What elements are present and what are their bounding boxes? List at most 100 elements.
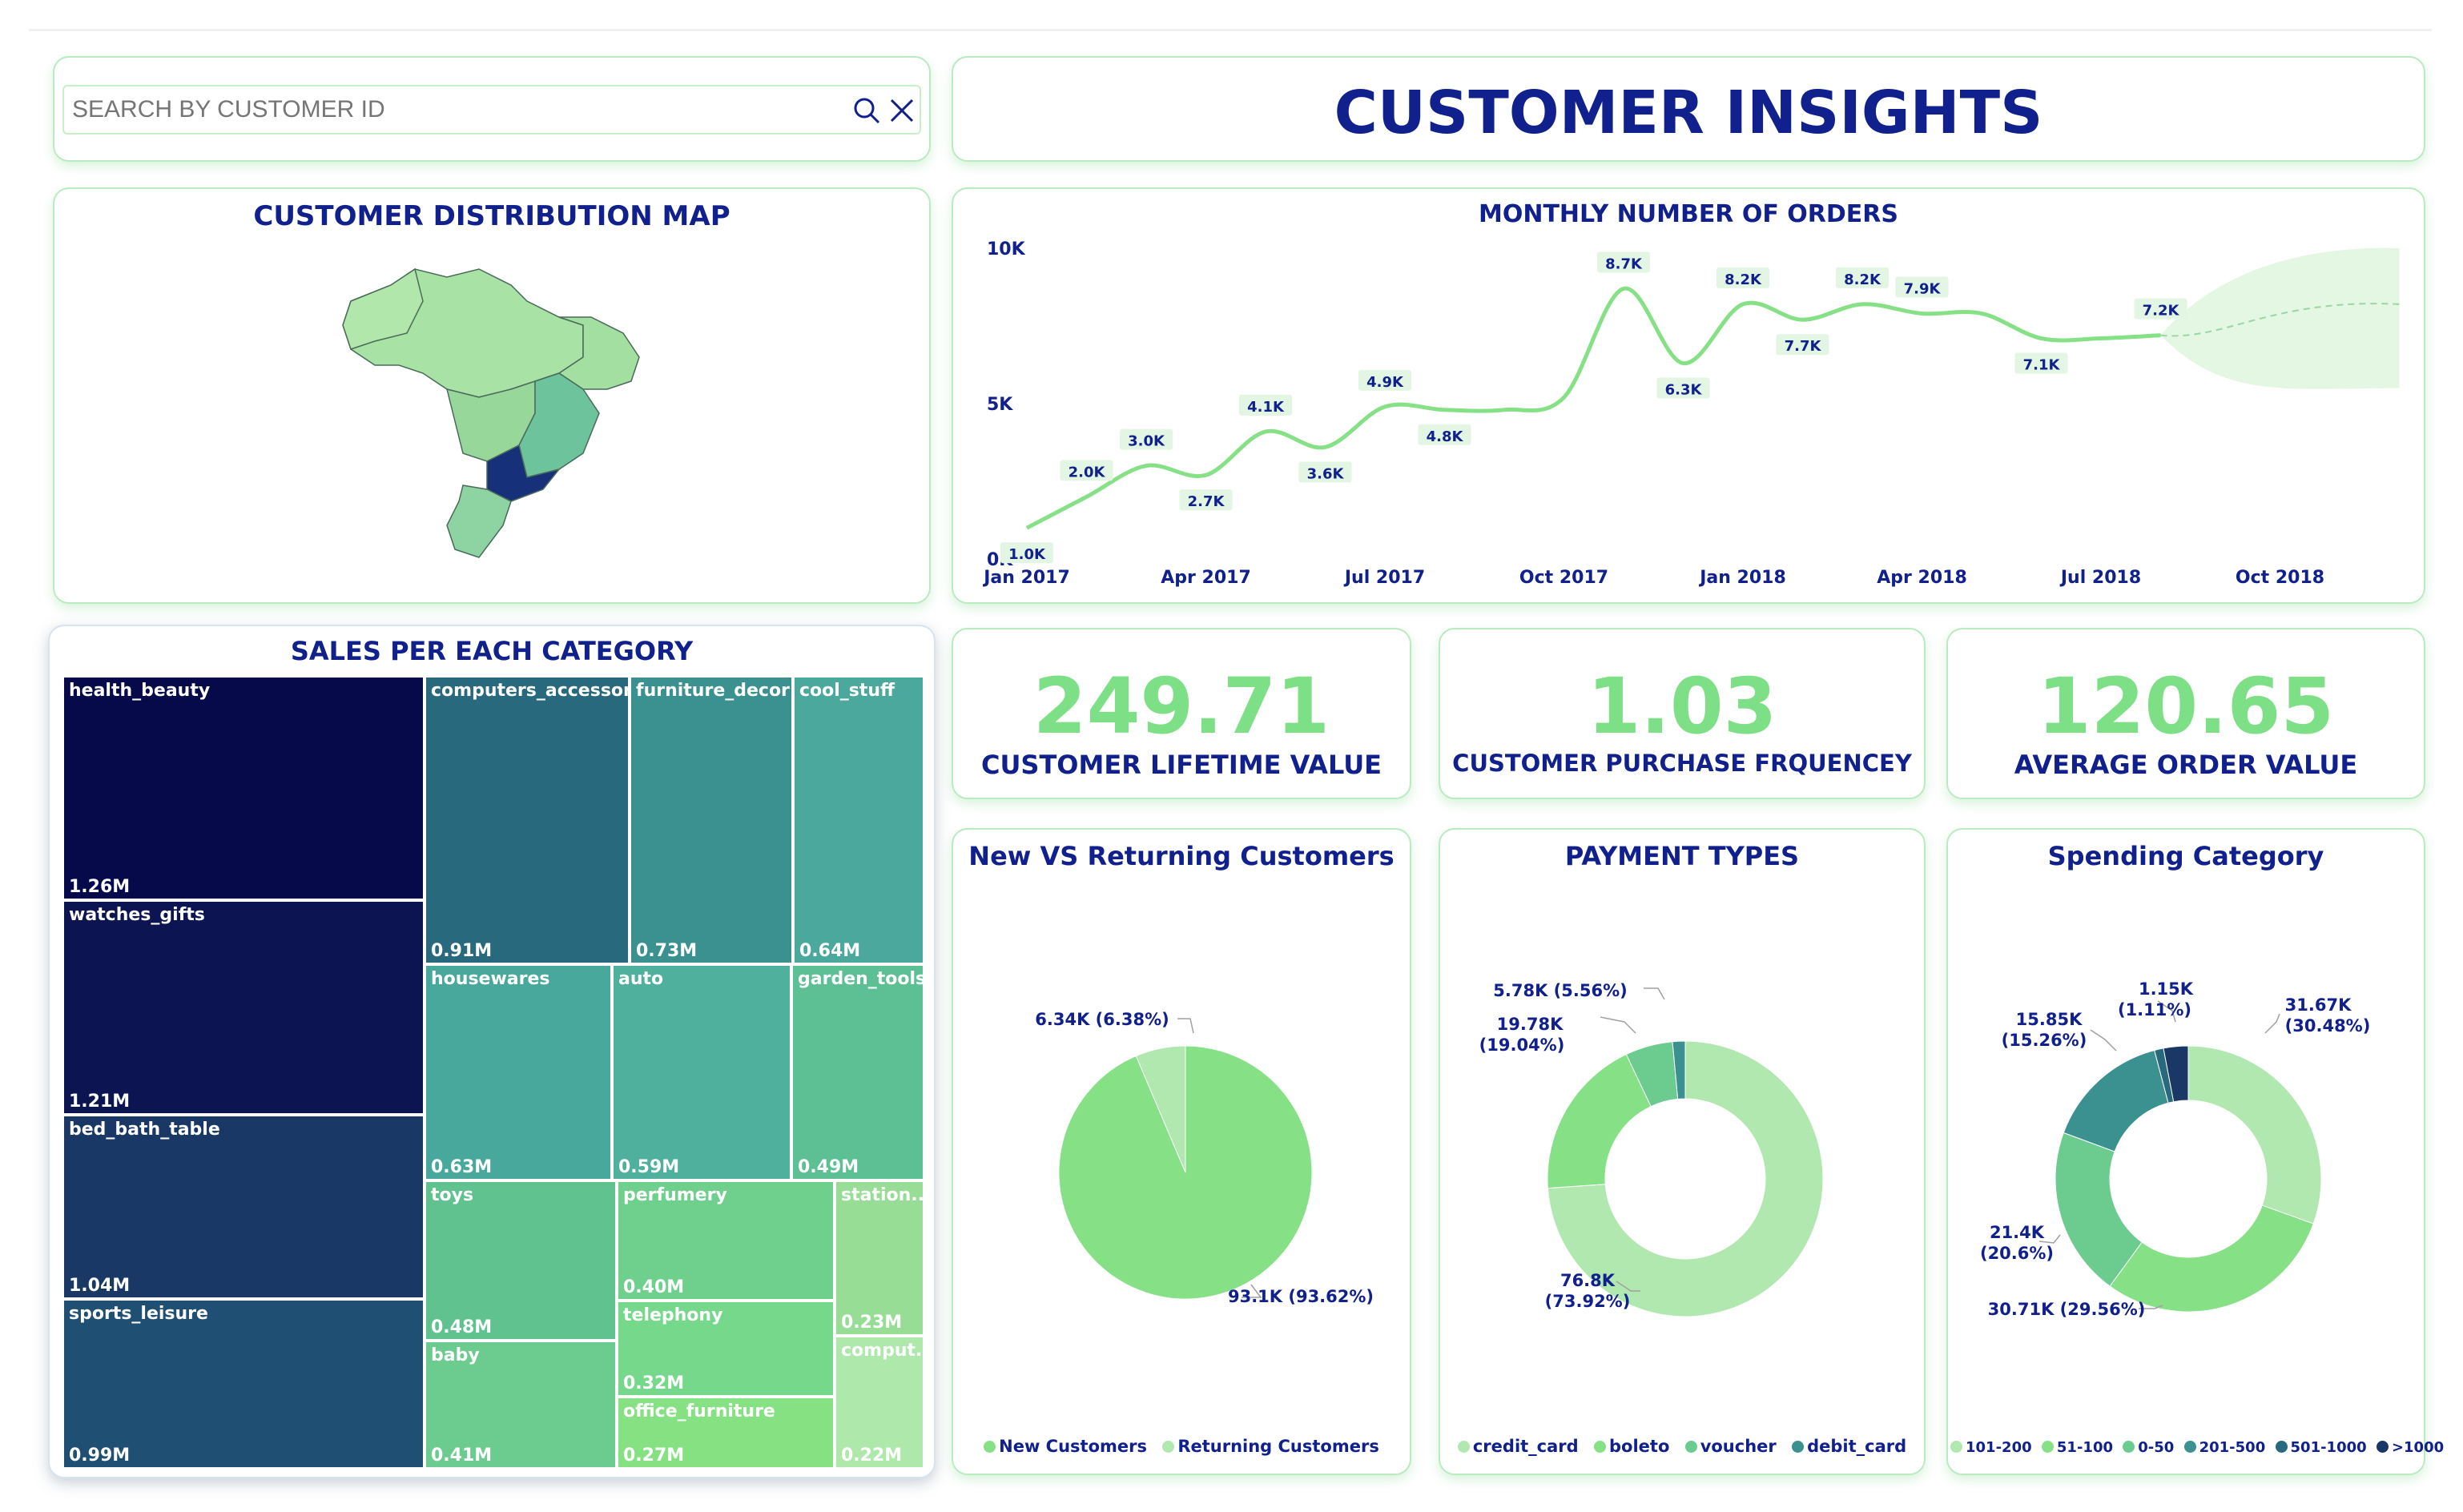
treemap-chart[interactable]: health_beauty 1.26M watches_gifts 1.21M bed_…: [62, 676, 924, 1469]
spending-donut[interactable]: 31.67K(30.48%) 30.71K (29.56%) 21.4K (20.6%…: [1948, 830, 2424, 1474]
treemap-cell-value: 0.32M: [623, 1373, 685, 1393]
new-returning-pie[interactable]: 6.34K (6.38%) 93.1K (93.62%): [953, 830, 1410, 1474]
treemap-cell-name: garden_tools: [798, 969, 924, 989]
treemap-cell[interactable]: auto 0.59M: [612, 964, 791, 1180]
treemap-cell[interactable]: watches_gifts 1.21M: [62, 900, 425, 1115]
slice-label: (19.04%): [1479, 1035, 1565, 1055]
treemap-cell-name: comput...: [841, 1341, 923, 1361]
brazil-map[interactable]: [319, 253, 655, 573]
data-label: 3.6K: [1307, 465, 1345, 482]
treemap-cell-value: 0.22M: [841, 1446, 903, 1466]
treemap-cell-name: computers_accessor...: [431, 681, 630, 701]
donut-slice[interactable]: [2063, 1049, 2169, 1152]
treemap-cell-value: 0.99M: [69, 1446, 131, 1466]
orders-chart-card: MONTHLY NUMBER OF ORDERS 10K 5K 0K Jan 2017…: [952, 187, 2425, 604]
data-label: 3.0K: [1128, 433, 1165, 450]
x-tick-label: Jul 2017: [1343, 568, 1425, 588]
treemap-cell-value: 0.41M: [431, 1446, 493, 1466]
treemap-cell-name: watches_gifts: [69, 905, 205, 925]
search-input-box[interactable]: [62, 85, 921, 135]
treemap-cell-value: 0.48M: [431, 1317, 493, 1337]
treemap-cell[interactable]: health_beauty 1.26M: [62, 676, 425, 900]
treemap-cell[interactable]: computers_accessor... 0.91M: [425, 676, 630, 964]
y-tick-label: 10K: [987, 239, 1026, 259]
data-label: 8.7K: [1605, 255, 1643, 272]
treemap-cell[interactable]: bed_bath_table 1.04M: [62, 1115, 425, 1299]
treemap-cell[interactable]: furniture_decor 0.73M: [630, 676, 793, 964]
treemap-cell[interactable]: housewares 0.63M: [425, 964, 612, 1180]
treemap-cell[interactable]: cool_stuff 0.64M: [793, 676, 924, 964]
data-label: 1.0K: [1008, 546, 1046, 563]
new-returning-card: New VS Returning Customers 6.34K (6.38%)…: [952, 828, 1411, 1475]
treemap-cell-value: 0.40M: [623, 1277, 685, 1297]
legend-item[interactable]: 51-100: [2041, 1439, 2113, 1456]
slice-label: (20.6%): [1980, 1244, 2054, 1263]
treemap-cell[interactable]: perfumery 0.40M: [617, 1180, 835, 1301]
treemap-cell-value: 0.63M: [431, 1157, 493, 1177]
treemap-cell-value: 1.04M: [69, 1276, 131, 1296]
treemap-cell[interactable]: toys 0.48M: [425, 1180, 617, 1341]
treemap-cell-value: 1.26M: [69, 877, 131, 897]
legend-label: >1000: [2391, 1439, 2445, 1456]
donut-slice[interactable]: [2109, 1204, 2314, 1313]
legend-label: 51-100: [2056, 1439, 2113, 1456]
treemap-cell[interactable]: office_furniture 0.27M: [617, 1397, 835, 1469]
data-label: 2.0K: [1069, 464, 1106, 481]
legend-item[interactable]: 201-500: [2183, 1439, 2265, 1456]
map-card: CUSTOMER DISTRIBUTION MAP: [53, 187, 931, 604]
legend-item[interactable]: New Customers: [984, 1437, 1147, 1456]
x-tick-label: Oct 2017: [1519, 568, 1608, 588]
kpi-value: 249.71: [1032, 662, 1330, 751]
treemap-cell-name: furniture_decor: [636, 681, 790, 701]
x-tick-label: Oct 2018: [2236, 568, 2324, 588]
legend-label: debit_card: [1807, 1437, 1907, 1456]
map-title: CUSTOMER DISTRIBUTION MAP: [253, 200, 730, 232]
legend-label: 101-200: [1966, 1439, 2032, 1456]
slice-label: 15.85K: [2016, 1010, 2083, 1029]
legend-label: 501-1000: [2290, 1439, 2367, 1456]
legend-label: Returning Customers: [1177, 1437, 1379, 1456]
slice-label: 31.67K: [2285, 995, 2352, 1015]
data-label: 4.8K: [1427, 428, 1464, 445]
close-icon[interactable]: [886, 94, 918, 127]
treemap-cell-name: baby: [431, 1345, 480, 1365]
donut-slice[interactable]: [2187, 1045, 2322, 1224]
forecast-band: [2160, 247, 2400, 389]
legend-item[interactable]: >1000: [2376, 1439, 2444, 1456]
legend-item[interactable]: 501-1000: [2275, 1439, 2367, 1456]
data-label: 7.7K: [1785, 338, 1822, 355]
treemap-cell-value: 0.49M: [798, 1157, 859, 1177]
page-title: CUSTOMER INSIGHTS: [1334, 78, 2043, 147]
orders-line-chart[interactable]: 10K5K0KJan 2017 Apr 2017 Jul 2017 Oct 2017 J…: [953, 189, 2424, 602]
legend-item[interactable]: Returning Customers: [1162, 1437, 1379, 1456]
kpi-label: CUSTOMER PURCHASE FRQUENCEY: [1452, 750, 1912, 777]
treemap-cell[interactable]: station... 0.23M: [835, 1180, 924, 1336]
search-icon[interactable]: [851, 94, 883, 127]
legend-item[interactable]: 101-200: [1950, 1439, 2032, 1456]
data-label: 7.2K: [2143, 303, 2180, 320]
legend-item[interactable]: credit_card: [1457, 1437, 1579, 1456]
treemap-cell[interactable]: garden_tools 0.49M: [791, 964, 924, 1180]
legend-label: voucher: [1700, 1437, 1777, 1456]
payment-donut[interactable]: 76.8K (73.92%) 19.78K(19.04%) 5.78K (5.56%): [1440, 830, 1924, 1474]
legend-item[interactable]: 0-50: [2123, 1439, 2174, 1456]
search-input[interactable]: [72, 93, 825, 127]
treemap-cell[interactable]: telephony 0.32M: [617, 1301, 835, 1397]
treemap-cell[interactable]: baby 0.41M: [425, 1341, 617, 1469]
legend-item[interactable]: boleto: [1594, 1437, 1669, 1456]
legend-label: credit_card: [1472, 1437, 1579, 1456]
legend-item[interactable]: voucher: [1684, 1437, 1777, 1456]
treemap-cell-name: station...: [841, 1185, 924, 1205]
slice-label: (73.92%): [1545, 1292, 1631, 1311]
data-label: 7.9K: [1904, 280, 1942, 297]
payment-legend: credit_card boleto voucher debit_card: [1440, 1437, 1924, 1456]
slice-label: (15.26%): [2002, 1031, 2087, 1050]
treemap-cell-value: 0.59M: [618, 1157, 680, 1177]
treemap-cell[interactable]: sports_leisure 0.99M: [62, 1299, 425, 1469]
treemap-cell[interactable]: comput... 0.22M: [835, 1336, 924, 1469]
legend-item[interactable]: debit_card: [1792, 1437, 1906, 1456]
data-label: 6.3K: [1665, 382, 1703, 399]
treemap-cell-name: perfumery: [623, 1185, 727, 1205]
treemap-cell-value: 0.91M: [431, 941, 493, 961]
spending-card: Spending Category 31.67K (30.48%) 30.71K (…: [1946, 828, 2444, 1475]
